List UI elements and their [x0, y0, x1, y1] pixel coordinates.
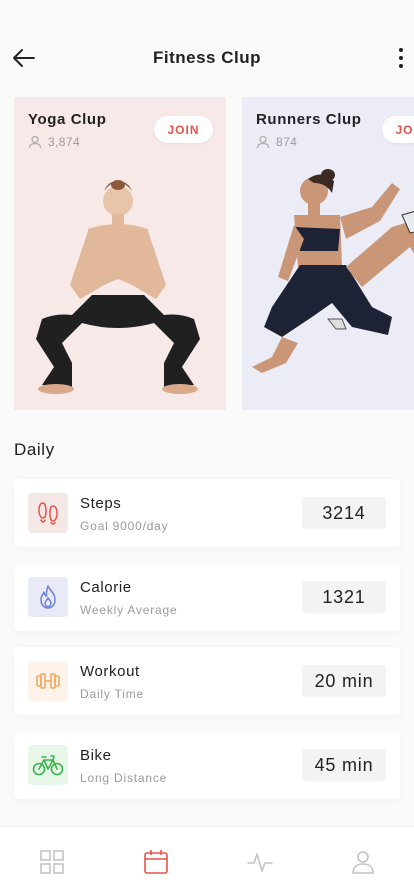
grid-icon[interactable] [39, 849, 65, 875]
flame-icon [28, 577, 68, 617]
club-card-runners[interactable]: Runners Clup 874 JOIN [242, 97, 414, 410]
stat-subtitle: Daily Time [80, 687, 145, 701]
stat-value: 45 min [302, 749, 386, 781]
stat-value: 3214 [302, 497, 386, 529]
clubs-carousel[interactable]: Yoga Clup 3,874 JOIN Runners Clup 874 JO [14, 97, 414, 410]
stat-card-bike[interactable]: Bike Long Distance 45 min [14, 731, 400, 799]
app-header: Fitness Clup [0, 36, 414, 80]
yoga-photo [36, 180, 200, 394]
stat-title: Workout [80, 663, 140, 680]
stat-card-steps[interactable]: Steps Goal 9000/day 3214 [14, 479, 400, 547]
calendar-icon[interactable] [143, 849, 169, 875]
profile-icon[interactable] [350, 849, 376, 875]
activity-icon[interactable] [247, 849, 273, 875]
stat-value: 20 min [302, 665, 386, 697]
club-name: Yoga Clup [28, 111, 107, 128]
stat-subtitle: Weekly Average [80, 603, 178, 617]
more-vertical-icon[interactable] [394, 46, 408, 70]
members-count-label: 3,874 [48, 135, 81, 149]
stat-title: Steps [80, 495, 122, 512]
stat-value: 1321 [302, 581, 386, 613]
stat-subtitle: Long Distance [80, 771, 168, 785]
person-icon [256, 135, 270, 149]
members-count: 874 [256, 135, 297, 149]
club-name: Runners Clup [256, 111, 362, 128]
stat-card-calorie[interactable]: Calorie Weekly Average 1321 [14, 563, 400, 631]
stat-title: Bike [80, 747, 112, 764]
stat-subtitle: Goal 9000/day [80, 519, 169, 533]
footprints-icon [28, 493, 68, 533]
bicycle-icon [28, 745, 68, 785]
bottom-tab-bar [0, 826, 414, 896]
club-card-yoga[interactable]: Yoga Clup 3,874 JOIN [14, 97, 226, 410]
stat-card-workout[interactable]: Workout Daily Time 20 min [14, 647, 400, 715]
stat-title: Calorie [80, 579, 132, 596]
page-title: Fitness Clup [152, 48, 261, 67]
person-icon [28, 135, 42, 149]
dumbbell-icon [28, 661, 68, 701]
members-count-label: 874 [276, 135, 298, 149]
runner-photo [252, 169, 414, 373]
section-title-daily: Daily [14, 440, 55, 459]
join-button[interactable]: JOIN [154, 116, 213, 143]
join-button[interactable]: JOIN [382, 116, 414, 143]
members-count: 3,874 [28, 135, 80, 149]
